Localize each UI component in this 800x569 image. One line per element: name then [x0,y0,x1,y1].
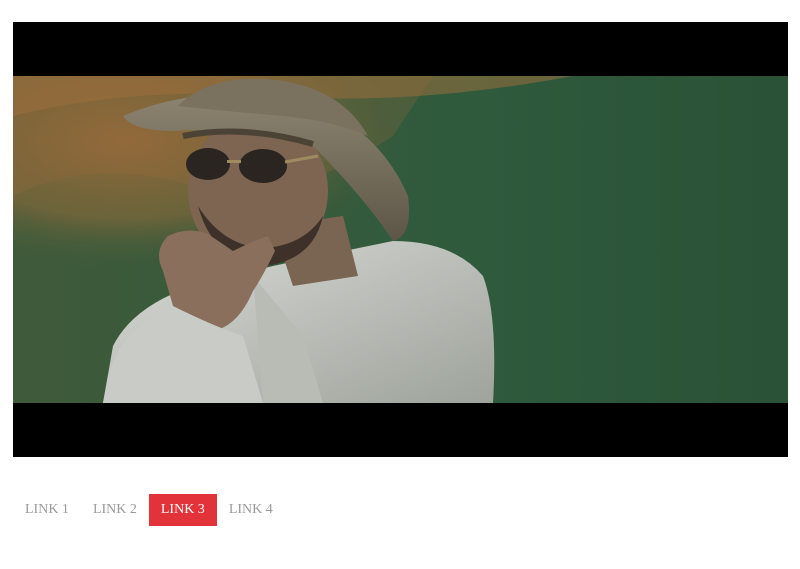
link-nav: LINK 1 LINK 2 LINK 3 LINK 4 [13,494,285,526]
nav-link-3[interactable]: LINK 3 [148,494,217,526]
nav-link-4[interactable]: LINK 4 [217,494,285,526]
video-frame [13,76,788,403]
nav-link-1[interactable]: LINK 1 [13,494,81,526]
video-still-image [13,76,788,403]
video-player[interactable] [13,22,788,457]
nav-link-2[interactable]: LINK 2 [81,494,149,526]
